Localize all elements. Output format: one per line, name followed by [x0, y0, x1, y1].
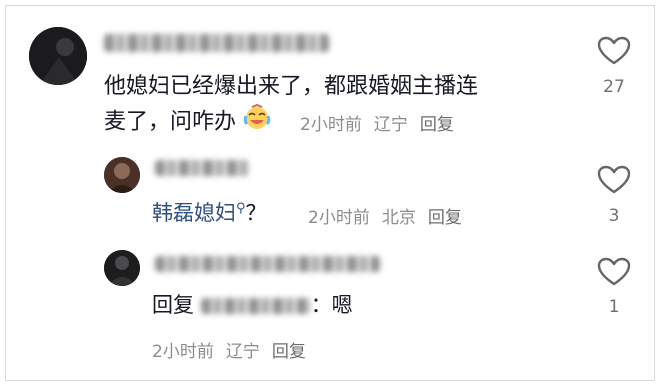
- reply-text: 回复 ：嗯: [152, 288, 353, 322]
- avatar[interactable]: [104, 157, 140, 193]
- timestamp: 2小时前: [152, 342, 214, 362]
- reply-button[interactable]: 回复: [428, 208, 462, 228]
- crying-laughing-emoji-icon: [243, 103, 271, 141]
- heart-icon[interactable]: [597, 36, 631, 66]
- username-redacted[interactable]: [155, 160, 250, 176]
- mentioned-user-redacted[interactable]: [200, 298, 311, 314]
- reply-text: 韩磊媳妇⚲？: [152, 196, 267, 230]
- avatar[interactable]: [104, 250, 140, 286]
- location: 北京: [381, 208, 416, 228]
- mention-link[interactable]: 韩磊媳妇: [152, 201, 236, 225]
- avatar[interactable]: [29, 27, 87, 85]
- reply-button[interactable]: 回复: [272, 342, 306, 362]
- reply-button[interactable]: 回复: [420, 115, 454, 135]
- comment-meta: 2小时前 辽宁 回复: [300, 110, 466, 135]
- comment-meta: 2小时前 辽宁 回复: [152, 337, 318, 362]
- username-redacted[interactable]: [155, 256, 380, 272]
- location: 辽宁: [225, 342, 260, 362]
- like-count: 27: [603, 77, 625, 97]
- search-icon[interactable]: ⚲: [236, 201, 246, 216]
- comment-thread: [5, 5, 655, 381]
- heart-icon[interactable]: [597, 257, 631, 287]
- timestamp: 2小时前: [308, 208, 370, 228]
- comment-meta: 2小时前 北京 回复: [308, 203, 474, 228]
- reply-prefix: 回复: [152, 293, 194, 317]
- like-count: 1: [608, 297, 620, 317]
- like-count: 3: [608, 206, 620, 226]
- comment-text-line-1: 他媳妇已经爆出来了，都跟婚姻主播连: [104, 74, 479, 99]
- reply-suffix: ？: [245, 201, 267, 225]
- heart-icon[interactable]: [597, 165, 631, 195]
- location: 辽宁: [373, 115, 408, 135]
- reply-suffix: ：嗯: [310, 293, 353, 317]
- username-redacted[interactable]: [104, 34, 329, 52]
- timestamp: 2小时前: [300, 115, 362, 135]
